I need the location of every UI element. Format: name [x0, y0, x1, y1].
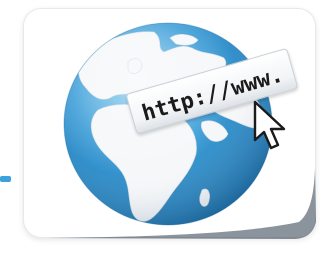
blue-dash-mark	[0, 176, 11, 182]
image-card: http://www.	[23, 8, 317, 240]
stage: http://www.	[0, 0, 322, 253]
mouse-pointer-icon	[251, 100, 291, 152]
